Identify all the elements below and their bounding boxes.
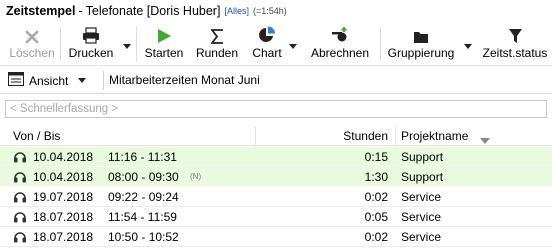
- toolbar-divider: [380, 27, 381, 61]
- print-button[interactable]: Drucken: [66, 22, 116, 66]
- row-date: 10.04.2018: [33, 150, 94, 164]
- document-title: Telefonate [Doris Huber]: [85, 4, 221, 18]
- table-header: Von / Bis Stunden Projektname: [0, 126, 552, 146]
- row-date: 19.07.2018: [33, 190, 94, 204]
- view-divider: [103, 71, 104, 90]
- row-hours: 0:05: [364, 210, 388, 224]
- column-header-stunden[interactable]: Stunden: [343, 129, 388, 143]
- row-hours: 1:30: [364, 170, 388, 184]
- table-row[interactable]: 10.04.2018 08:00 - 09:30 (N) 1:30 Suppor…: [0, 167, 552, 187]
- filter-badge[interactable]: [Alles]: [224, 6, 249, 16]
- chart-button[interactable]: Chart: [249, 22, 285, 66]
- group-button[interactable]: Gruppierung: [386, 22, 456, 66]
- status-label: Zeitst.status: [482, 46, 548, 60]
- play-icon: [156, 22, 172, 44]
- row-time-range: 10:50 - 10:52: [108, 230, 179, 244]
- delete-label: Löschen: [9, 46, 55, 60]
- table-row[interactable]: 18.07.2018 10:50 - 10:52 0:02 Service: [0, 227, 552, 247]
- row-project: Support: [401, 150, 444, 164]
- chart-dropdown-arrow[interactable]: [288, 40, 298, 49]
- chevron-down-icon: [78, 77, 87, 83]
- row-date: 10.04.2018: [33, 170, 94, 184]
- row-time-range: 11:16 - 11:31: [108, 150, 177, 164]
- toolbar: Löschen Drucken Starten Runden Chart Abr…: [0, 22, 552, 66]
- close-icon: [25, 22, 39, 44]
- group-dropdown-arrow[interactable]: [463, 40, 473, 49]
- filter-icon: [508, 22, 523, 44]
- delete-button[interactable]: Löschen: [8, 22, 56, 66]
- row-hours: 0:02: [364, 190, 388, 204]
- sort-descending-icon[interactable]: [480, 133, 490, 147]
- print-label: Drucken: [68, 46, 114, 60]
- view-icon: [8, 72, 24, 89]
- start-button[interactable]: Starten: [141, 22, 187, 66]
- table-row[interactable]: 18.07.2018 11:54 - 11:59 0:05 Service: [0, 207, 552, 227]
- chevron-down-icon: [289, 44, 297, 49]
- view-dropdown[interactable]: Ansicht: [8, 72, 87, 89]
- billing-icon: [331, 22, 349, 44]
- pie-chart-icon: [258, 22, 276, 44]
- phone-headset-icon: [13, 170, 27, 187]
- app-title: Zeitstempel: [6, 4, 76, 18]
- view-title: Mitarbeiterzeiten Monat Juni: [109, 73, 260, 87]
- chevron-down-icon: [464, 44, 472, 49]
- status-button[interactable]: Zeitst.status: [480, 22, 550, 66]
- row-project: Service: [401, 230, 442, 244]
- row-note: (N): [190, 172, 202, 181]
- round-label: Runden: [195, 46, 239, 60]
- group-label: Gruppierung: [387, 46, 455, 60]
- toolbar-divider: [60, 27, 61, 61]
- bill-label: Abrechnen: [310, 46, 370, 60]
- row-hours: 0:15: [364, 150, 388, 164]
- row-time-range: 11:54 - 11:59: [108, 210, 177, 224]
- quick-entry-placeholder: < Schnellerfassung >: [10, 103, 119, 115]
- column-divider[interactable]: [255, 126, 256, 146]
- quick-entry-field[interactable]: < Schnellerfassung >: [5, 100, 547, 118]
- round-button[interactable]: Runden: [193, 22, 241, 66]
- table-row[interactable]: 19.07.2018 09:22 - 09:24 0:02 Service: [0, 187, 552, 207]
- bill-button[interactable]: Abrechnen: [308, 22, 372, 66]
- column-divider[interactable]: [395, 126, 396, 146]
- sigma-icon: [211, 22, 223, 44]
- chart-label: Chart: [252, 46, 282, 60]
- folder-icon: [413, 22, 429, 44]
- timesheet-window: Zeitstempel - Telefonate [Doris Huber] […: [0, 0, 552, 249]
- column-header-von-bis[interactable]: Von / Bis: [13, 129, 60, 143]
- row-date: 18.07.2018: [33, 230, 94, 244]
- column-header-projektname[interactable]: Projektname: [401, 129, 468, 143]
- row-project: Support: [401, 170, 444, 184]
- row-project: Service: [401, 190, 442, 204]
- title-separator: -: [78, 4, 83, 18]
- print-dropdown-arrow[interactable]: [122, 40, 132, 49]
- row-date: 18.07.2018: [33, 210, 94, 224]
- title-bar: Zeitstempel - Telefonate [Doris Huber] […: [0, 0, 552, 22]
- table-row[interactable]: 10.04.2018 11:16 - 11:31 0:15 Support: [0, 147, 552, 167]
- row-time-range: 08:00 - 09:30: [108, 170, 179, 184]
- row-time-range: 09:22 - 09:24: [108, 190, 179, 204]
- chevron-down-icon: [123, 44, 131, 49]
- phone-headset-icon: [13, 150, 27, 167]
- printer-icon: [82, 22, 100, 44]
- toolbar-divider: [136, 27, 137, 61]
- phone-headset-icon: [13, 190, 27, 207]
- row-project: Service: [401, 210, 442, 224]
- view-bar: Ansicht Mitarbeiterzeiten Monat Juni: [0, 67, 552, 94]
- start-label: Starten: [144, 46, 184, 60]
- view-label: Ansicht: [29, 73, 69, 88]
- row-hours: 0:02: [364, 230, 388, 244]
- phone-headset-icon: [13, 230, 27, 247]
- total-hours-badge: (=1:54h): [252, 6, 287, 16]
- phone-headset-icon: [13, 210, 27, 227]
